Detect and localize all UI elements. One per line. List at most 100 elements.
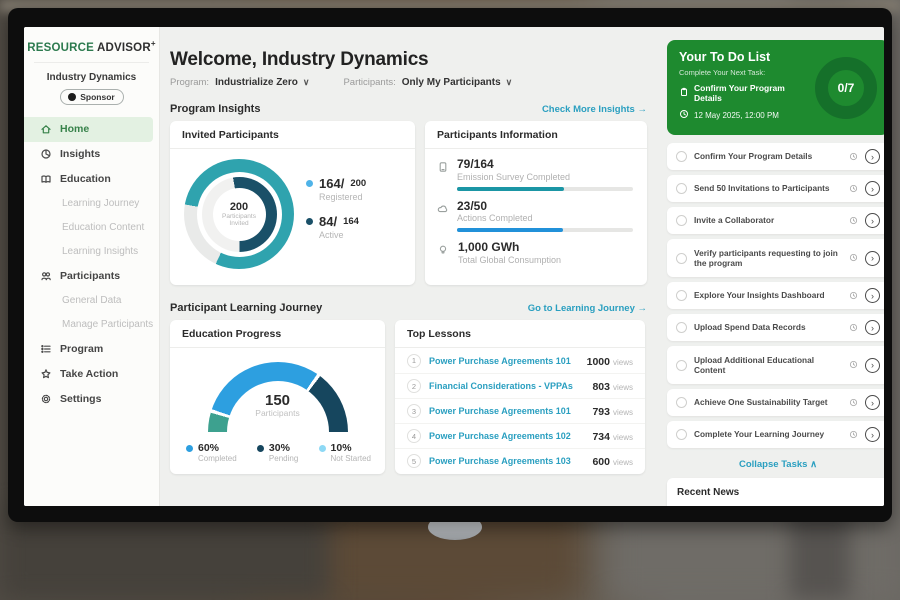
people-icon (40, 270, 52, 282)
todo-checkbox[interactable] (676, 322, 687, 333)
program-filter-label: Program: (170, 77, 209, 88)
invited-participants-card: Invited Participants 200 ParticipantsInv… (170, 121, 415, 285)
lesson-link[interactable]: Power Purchase Agreements 103 (429, 456, 584, 466)
chevron-right-icon[interactable]: › (865, 395, 880, 410)
participants-filter-label: Participants: (343, 77, 395, 88)
completed-dot-icon (186, 445, 193, 452)
todo-due: 12 May 2025, 12:00 PM (679, 109, 809, 121)
todo-checkbox[interactable] (676, 429, 687, 440)
chevron-right-icon[interactable]: › (865, 149, 880, 164)
lesson-views: 734 (592, 431, 610, 443)
active-legend-item: 84/164 Active (306, 214, 366, 240)
lesson-views-suffix: views (613, 458, 633, 467)
chevron-right-icon[interactable]: › (865, 288, 880, 303)
todo-checkbox[interactable] (676, 397, 687, 408)
todo-checkbox[interactable] (676, 253, 687, 264)
sidebar-item-learning-journey[interactable]: Learning Journey (24, 192, 159, 216)
program-filter-dropdown[interactable]: Industrialize Zero ∨ (215, 77, 309, 88)
lesson-row: 1 Power Purchase Agreements 101 1000view… (395, 348, 645, 373)
todo-item-label: Achieve One Sustainability Target (694, 397, 842, 407)
todo-checkbox[interactable] (676, 290, 687, 301)
chevron-right-icon[interactable]: › (865, 213, 880, 228)
sidebar-item-education-content[interactable]: Education Content (24, 216, 159, 240)
completed-pct: 60% (198, 442, 219, 454)
todo-item-explore-insights[interactable]: Explore Your Insights Dashboard › (667, 282, 884, 309)
sidebar-item-home[interactable]: Home (24, 117, 153, 142)
todo-item-upload-spend-data[interactable]: Upload Spend Data Records › (667, 314, 884, 341)
collapse-tasks-link[interactable]: Collapse Tasks ∧ (667, 459, 884, 470)
sidebar-item-general-data[interactable]: General Data (24, 289, 159, 313)
consumption-label: Total Global Consumption (458, 255, 561, 265)
education-progress-title: Education Progress (170, 320, 385, 348)
todo-item-label: Complete Your Learning Journey (694, 429, 842, 439)
active-total: 164 (343, 216, 359, 227)
todo-checkbox[interactable] (676, 360, 687, 371)
sidebar-divider (34, 62, 149, 63)
app-logo: RESOURCE ADVISOR+ (24, 37, 159, 62)
todo-counter: 0/7 (838, 81, 855, 95)
donut-gap-ring: 200 ParticipantsInvited (197, 172, 282, 257)
go-to-learning-journey-link[interactable]: Go to Learning Journey → (528, 303, 647, 314)
registered-label: Registered (319, 192, 366, 202)
todo-summary-card: Your To Do List Complete Your Next Task:… (667, 40, 884, 135)
consumption-value: 1,000 GWh (458, 241, 561, 254)
lesson-views-suffix: views (613, 383, 633, 392)
lesson-row: 4 Power Purchase Agreements 102 734views (395, 423, 645, 448)
participants-information-card: Participants Information 79/164 Emission… (425, 121, 647, 285)
desk-scene: RESOURCE ADVISOR+ Industry Dynamics Spon… (0, 0, 900, 600)
todo-item-verify-participants[interactable]: Verify participants requesting to join t… (667, 239, 884, 277)
sponsor-badge[interactable]: Sponsor (60, 89, 124, 105)
todo-checkbox[interactable] (676, 151, 687, 162)
todo-item-label: Upload Spend Data Records (694, 322, 842, 332)
sidebar-item-program[interactable]: Program (24, 337, 159, 362)
pending-label: Pending (269, 454, 298, 463)
todo-item-send-invitations[interactable]: Send 50 Invitations to Participants › (667, 175, 884, 202)
sidebar-item-label: Education (60, 173, 111, 185)
check-more-insights-link[interactable]: Check More Insights → (542, 104, 647, 115)
program-filter-value: Industrialize Zero (215, 77, 298, 88)
donut-inner-ring: 200 ParticipantsInvited (202, 177, 277, 252)
lesson-link[interactable]: Power Purchase Agreements 102 (429, 431, 584, 441)
chevron-right-icon[interactable]: › (865, 181, 880, 196)
sidebar-subitem-label: Education Content (62, 222, 144, 233)
chevron-right-icon[interactable]: › (865, 358, 880, 373)
go-to-learning-journey-label: Go to Learning Journey (528, 303, 635, 314)
todo-item-label: Send 50 Invitations to Participants (694, 183, 842, 193)
lesson-views-suffix: views (613, 408, 633, 417)
todo-item-achieve-target[interactable]: Achieve One Sustainability Target › (667, 389, 884, 416)
todo-item-invite-collaborator[interactable]: Invite a Collaborator › (667, 207, 884, 234)
gauge-center: 150 Participants (208, 392, 348, 419)
sidebar-item-settings[interactable]: Settings (24, 387, 159, 412)
sidebar-item-education[interactable]: Education (24, 167, 159, 192)
todo-subtitle: Complete Your Next Task: (679, 68, 809, 77)
insights-cards-row: Invited Participants 200 ParticipantsInv… (170, 121, 647, 285)
sidebar-item-insights[interactable]: Insights (24, 142, 159, 167)
active-value: 84/ (319, 214, 337, 229)
todo-checkbox[interactable] (676, 183, 687, 194)
chevron-right-icon[interactable]: › (865, 251, 880, 266)
sidebar-item-learning-insights[interactable]: Learning Insights (24, 240, 159, 264)
todo-checkbox[interactable] (676, 215, 687, 226)
lesson-link[interactable]: Power Purchase Agreements 101 (429, 406, 584, 416)
todo-item-upload-educational-content[interactable]: Upload Additional Educational Content › (667, 346, 884, 384)
sidebar-item-participants[interactable]: Participants (24, 264, 159, 289)
logo-advisor: ADVISOR (97, 42, 151, 54)
todo-item-confirm-program[interactable]: Confirm Your Program Details › (667, 143, 884, 170)
todo-next-task: Confirm Your Program Details (679, 83, 809, 103)
sidebar-item-manage-participants[interactable]: Manage Participants (24, 313, 159, 337)
sidebar-item-label: Participants (60, 270, 120, 282)
program-filter: Program: Industrialize Zero ∨ (170, 77, 309, 88)
completed-label: Completed (198, 454, 237, 463)
clock-icon (849, 212, 858, 230)
program-insights-title: Program Insights (170, 103, 260, 115)
lesson-link[interactable]: Financial Considerations - VPPAs (429, 381, 584, 391)
participants-filter-dropdown[interactable]: Only My Participants ∨ (402, 77, 513, 88)
sidebar-item-take-action[interactable]: Take Action (24, 362, 159, 387)
chevron-right-icon[interactable]: › (865, 320, 880, 335)
recent-news-title: Recent News (677, 487, 739, 498)
lesson-link[interactable]: Power Purchase Agreements 101 (429, 356, 579, 366)
todo-item-complete-learning-journey[interactable]: Complete Your Learning Journey › (667, 421, 884, 448)
journey-cards-row: Education Progress 150 Participants (170, 320, 647, 474)
recent-news-card: Recent News (667, 478, 884, 506)
chevron-right-icon[interactable]: › (865, 427, 880, 442)
